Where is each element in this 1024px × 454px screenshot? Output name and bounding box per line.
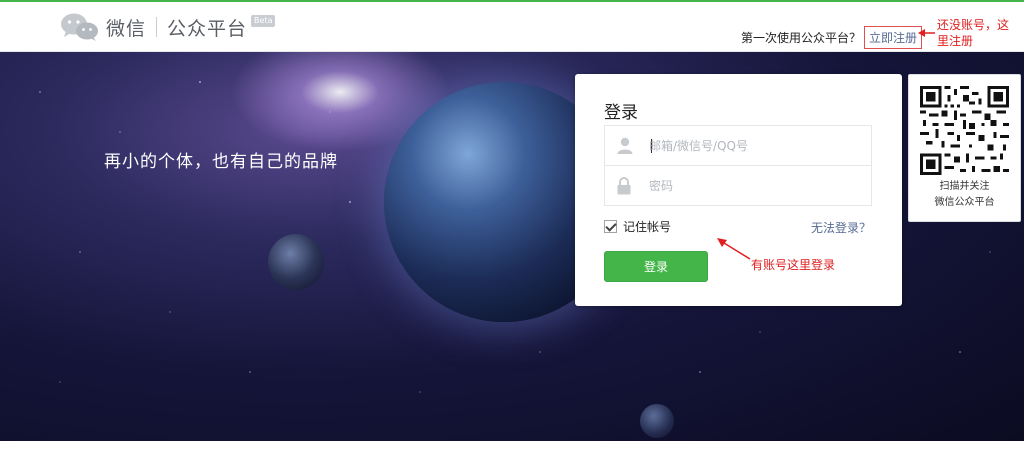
logo-text: 微信 bbox=[106, 17, 147, 40]
password-input[interactable] bbox=[649, 166, 864, 205]
logo-subtitle: 公众平台 bbox=[167, 17, 248, 40]
user-icon bbox=[617, 137, 633, 154]
footer-strip bbox=[0, 441, 1024, 454]
qr-caption-line1: 扫描并关注 bbox=[939, 181, 990, 192]
cannot-login-link[interactable]: 无法登录？ bbox=[811, 219, 871, 236]
qr-caption: 扫描并关注 微信公众平台 bbox=[909, 179, 1020, 211]
planet-small bbox=[268, 234, 324, 290]
remember-label: 记住帐号 bbox=[623, 220, 672, 234]
annotation-arrow-icon bbox=[918, 29, 935, 37]
planet-tiny bbox=[640, 404, 674, 438]
wechat-icon bbox=[61, 13, 98, 41]
signup-annotation: 还没账号，这里注册 bbox=[937, 18, 1010, 48]
remember-checkbox[interactable] bbox=[604, 220, 617, 233]
annotation-arrow-icon bbox=[717, 238, 751, 260]
logo-divider bbox=[156, 17, 158, 37]
lock-icon bbox=[617, 177, 631, 195]
hero-banner: 再小的个体，也有自己的品牌 登录 记住帐号 无法登录？ 登录 bbox=[0, 52, 1024, 441]
login-panel: 登录 记住帐号 无法登录？ 登录 bbox=[575, 74, 902, 306]
signup-area: 第一次使用公众平台？ 立即注册 bbox=[741, 26, 922, 49]
username-input[interactable] bbox=[649, 126, 864, 165]
username-field[interactable] bbox=[604, 125, 872, 166]
hero-slogan: 再小的个体，也有自己的品牌 bbox=[104, 152, 338, 172]
qr-code-icon bbox=[920, 86, 1009, 175]
top-header: 微信 公众平台 Beta 第一次使用公众平台？ 立即注册 bbox=[0, 0, 1024, 52]
qr-caption-line2: 微信公众平台 bbox=[934, 197, 995, 208]
signup-link[interactable]: 立即注册 bbox=[863, 26, 922, 49]
login-title: 登录 bbox=[604, 103, 638, 123]
login-annotation: 有账号这里登录 bbox=[751, 258, 836, 272]
qr-panel: 扫描并关注 微信公众平台 bbox=[908, 74, 1021, 222]
password-field[interactable] bbox=[604, 165, 872, 206]
wechat-logo[interactable]: 微信 公众平台 Beta bbox=[60, 11, 276, 43]
remember-account[interactable]: 记住帐号 bbox=[604, 218, 671, 235]
beta-badge: Beta bbox=[251, 15, 276, 27]
signup-question: 第一次使用公众平台？ bbox=[740, 31, 861, 45]
login-button[interactable]: 登录 bbox=[604, 251, 708, 282]
